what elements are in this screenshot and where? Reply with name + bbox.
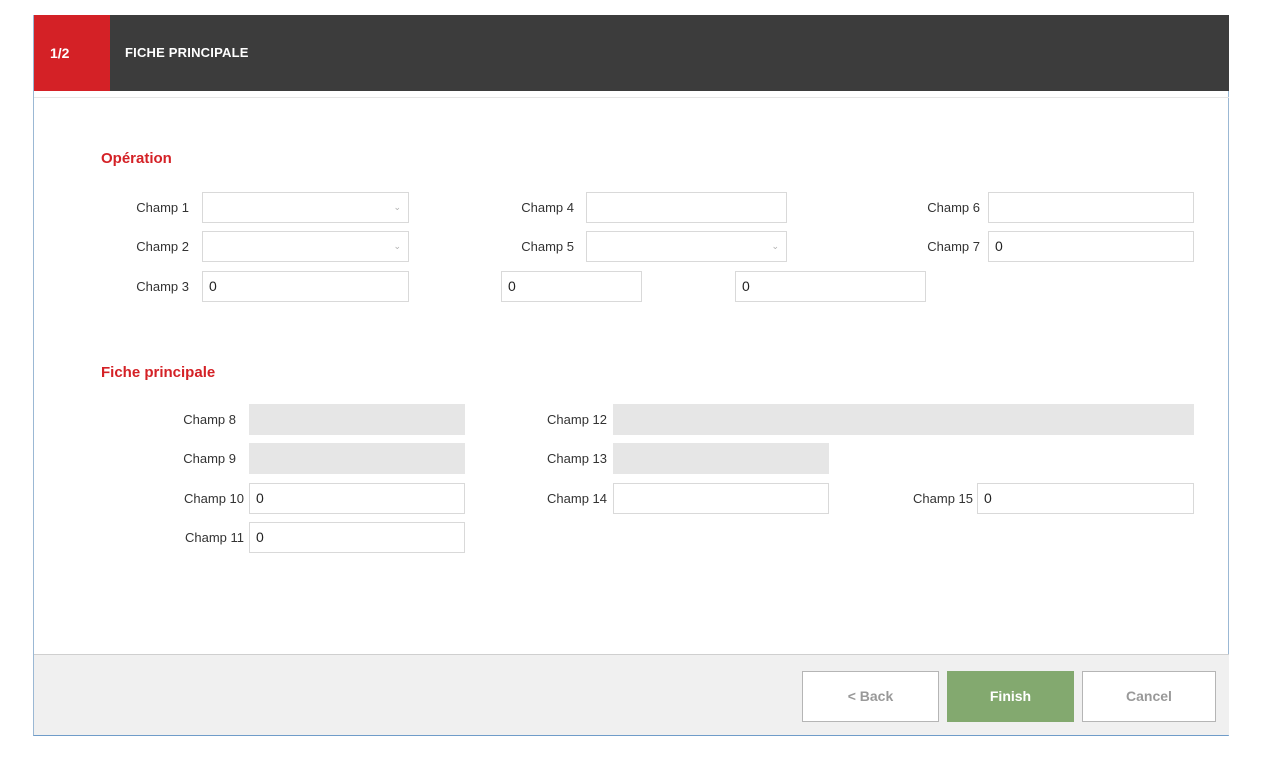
champ6-label: Champ 6 bbox=[927, 200, 980, 215]
champ5-select[interactable]: ⌄ bbox=[586, 231, 787, 262]
wizard-footer: < Back Finish Cancel bbox=[34, 654, 1229, 735]
champ4-label: Champ 4 bbox=[521, 200, 574, 215]
cancel-button[interactable]: Cancel bbox=[1082, 671, 1216, 722]
champ3c-input[interactable]: 0 bbox=[735, 271, 926, 302]
champ1-label: Champ 1 bbox=[136, 200, 189, 215]
champ2-select[interactable]: ⌄ bbox=[202, 231, 409, 262]
champ3-label: Champ 3 bbox=[136, 279, 189, 294]
champ3b-input[interactable]: 0 bbox=[501, 271, 642, 302]
champ1-select[interactable]: ⌄ bbox=[202, 192, 409, 223]
champ2-label: Champ 2 bbox=[136, 239, 189, 254]
champ13-field bbox=[613, 443, 829, 474]
champ12-label: Champ 12 bbox=[547, 412, 607, 427]
champ3-input[interactable]: 0 bbox=[202, 271, 409, 302]
finish-button[interactable]: Finish bbox=[947, 671, 1074, 722]
chevron-down-icon: ⌄ bbox=[771, 241, 779, 251]
champ8-field bbox=[249, 404, 465, 435]
champ14-label: Champ 14 bbox=[547, 491, 607, 506]
champ13-label: Champ 13 bbox=[547, 451, 607, 466]
champ8-label: Champ 8 bbox=[183, 412, 236, 427]
champ15-label: Champ 15 bbox=[913, 491, 973, 506]
champ9-label: Champ 9 bbox=[183, 451, 236, 466]
champ7-label: Champ 7 bbox=[927, 239, 980, 254]
champ10-label: Champ 10 bbox=[184, 491, 244, 506]
champ11-label: Champ 11 bbox=[184, 530, 244, 545]
champ6-input[interactable] bbox=[988, 192, 1194, 223]
section-title-fiche: Fiche principale bbox=[101, 364, 216, 381]
champ11-input[interactable]: 0 bbox=[249, 522, 465, 553]
champ10-input[interactable]: 0 bbox=[249, 483, 465, 514]
wizard-header: 1/2 FICHE PRINCIPALE bbox=[34, 15, 1229, 91]
champ4-input[interactable] bbox=[586, 192, 787, 223]
page-title: FICHE PRINCIPALE bbox=[125, 45, 249, 60]
champ7-input[interactable]: 0 bbox=[988, 231, 1194, 262]
chevron-down-icon: ⌄ bbox=[393, 241, 401, 251]
chevron-down-icon: ⌄ bbox=[393, 202, 401, 212]
champ14-input[interactable] bbox=[613, 483, 829, 514]
section-title-operation: Opération bbox=[101, 150, 172, 167]
champ5-label: Champ 5 bbox=[521, 239, 574, 254]
back-button[interactable]: < Back bbox=[802, 671, 939, 722]
step-indicator: 1/2 bbox=[34, 15, 110, 91]
divider bbox=[34, 97, 1229, 98]
wizard-window: 1/2 FICHE PRINCIPALE Opération Champ 1 ⌄… bbox=[33, 15, 1229, 736]
champ15-input[interactable]: 0 bbox=[977, 483, 1194, 514]
champ12-field bbox=[613, 404, 1194, 435]
champ9-field bbox=[249, 443, 465, 474]
